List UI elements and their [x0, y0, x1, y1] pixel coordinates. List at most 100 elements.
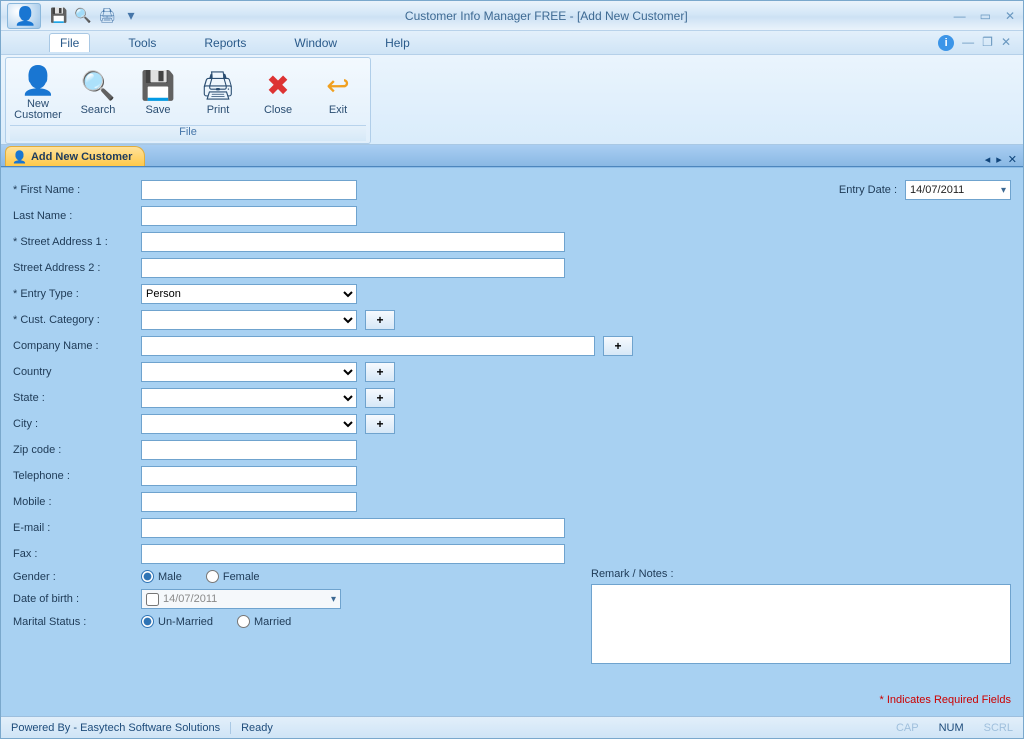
- menu-reports[interactable]: Reports: [194, 34, 256, 52]
- street2-input[interactable]: [141, 258, 565, 278]
- entry-type-label: * Entry Type :: [11, 288, 141, 300]
- help-icon[interactable]: i: [938, 35, 954, 51]
- tab-add-new-customer[interactable]: 👤 Add New Customer: [5, 146, 145, 166]
- country-label: Country: [11, 366, 141, 378]
- entry-type-select[interactable]: Person: [141, 284, 357, 304]
- add-company-button[interactable]: +: [603, 336, 633, 356]
- marital-married-label: Married: [254, 616, 291, 628]
- ribbon-group-label: File: [10, 125, 366, 141]
- ribbon-group-file: 👤 New Customer 🔍 Search 💾 Save 🖨 Print ✖…: [5, 57, 371, 144]
- close-button[interactable]: ✖ Close: [250, 60, 306, 125]
- gender-female-label: Female: [223, 571, 260, 583]
- city-label: City :: [11, 418, 141, 430]
- magnifier-icon: 🔍: [82, 70, 114, 102]
- dob-label: Date of birth :: [11, 593, 141, 605]
- cust-category-select[interactable]: [141, 310, 357, 330]
- last-name-input[interactable]: [141, 206, 357, 226]
- street2-label: Street Address 2 :: [11, 262, 141, 274]
- printer-icon: 🖨: [202, 70, 234, 102]
- new-customer-label: New Customer: [11, 99, 65, 121]
- entry-date-value: 14/07/2011: [910, 184, 964, 196]
- gender-male-radio[interactable]: [141, 570, 154, 583]
- entry-date-picker[interactable]: 14/07/2011: [905, 180, 1011, 200]
- save-button[interactable]: 💾 Save: [130, 60, 186, 125]
- close-label: Close: [264, 104, 292, 116]
- city-select[interactable]: [141, 414, 357, 434]
- tab-strip: 👤 Add New Customer ◂ ▸ ✕: [1, 145, 1023, 167]
- telephone-label: Telephone :: [11, 470, 141, 482]
- gender-label: Gender :: [11, 571, 141, 583]
- person-plus-icon: 👤: [22, 65, 54, 97]
- exit-label: Exit: [329, 104, 347, 116]
- exit-button[interactable]: ↩ Exit: [310, 60, 366, 125]
- close-icon[interactable]: ✕: [1003, 9, 1017, 23]
- marital-unmarried-option[interactable]: Un-Married: [141, 615, 213, 628]
- status-cap: CAP: [886, 722, 929, 734]
- state-select[interactable]: [141, 388, 357, 408]
- status-ready: Ready: [231, 722, 283, 734]
- menu-tools[interactable]: Tools: [118, 34, 166, 52]
- form-area: Entry Date : 14/07/2011 * First Name : L…: [1, 167, 1023, 716]
- marital-married-radio[interactable]: [237, 615, 250, 628]
- mobile-input[interactable]: [141, 492, 357, 512]
- telephone-input[interactable]: [141, 466, 357, 486]
- entry-date-block: Entry Date : 14/07/2011: [839, 180, 1011, 200]
- search-button[interactable]: 🔍 Search: [70, 60, 126, 125]
- country-select[interactable]: [141, 362, 357, 382]
- add-category-button[interactable]: +: [365, 310, 395, 330]
- status-num: NUM: [929, 722, 974, 734]
- state-label: State :: [11, 392, 141, 404]
- tab-close-icon[interactable]: ✕: [1008, 153, 1017, 166]
- remark-textarea[interactable]: [591, 584, 1011, 664]
- street1-input[interactable]: [141, 232, 565, 252]
- required-fields-note: * Indicates Required Fields: [880, 694, 1011, 706]
- minimize-icon[interactable]: —: [952, 9, 968, 23]
- new-customer-button[interactable]: 👤 New Customer: [10, 60, 66, 125]
- zip-input[interactable]: [141, 440, 357, 460]
- gender-female-option[interactable]: Female: [206, 570, 260, 583]
- menu-bar: File Tools Reports Window Help i — ❐ ✕: [1, 31, 1023, 55]
- tab-prev-icon[interactable]: ◂: [985, 153, 991, 166]
- tab-next-icon[interactable]: ▸: [996, 153, 1002, 166]
- mdi-close-icon[interactable]: ✕: [1001, 35, 1011, 51]
- print-button[interactable]: 🖨 Print: [190, 60, 246, 125]
- mdi-restore-icon[interactable]: ❐: [982, 35, 993, 51]
- maximize-icon[interactable]: ▭: [978, 9, 993, 23]
- qat-preview-icon[interactable]: 🔍: [73, 6, 93, 26]
- menu-help[interactable]: Help: [375, 34, 420, 52]
- last-name-label: Last Name :: [11, 210, 141, 222]
- tab-label: Add New Customer: [31, 151, 132, 163]
- dob-value: 14/07/2011: [163, 593, 217, 605]
- marital-unmarried-radio[interactable]: [141, 615, 154, 628]
- company-label: Company Name :: [11, 340, 141, 352]
- cust-category-label: * Cust. Category :: [11, 314, 141, 326]
- marital-label: Marital Status :: [11, 616, 141, 628]
- marital-unmarried-label: Un-Married: [158, 616, 213, 628]
- add-country-button[interactable]: +: [365, 362, 395, 382]
- add-state-button[interactable]: +: [365, 388, 395, 408]
- qat-dropdown-icon[interactable]: ▾: [121, 6, 141, 26]
- mdi-minimize-icon[interactable]: —: [962, 35, 974, 51]
- qat-print-icon[interactable]: 🖨: [97, 6, 117, 26]
- print-label: Print: [207, 104, 230, 116]
- marital-married-option[interactable]: Married: [237, 615, 291, 628]
- add-city-button[interactable]: +: [365, 414, 395, 434]
- title-bar: 💾 🔍 🖨 ▾ Customer Info Manager FREE - [Ad…: [1, 1, 1023, 31]
- gender-male-option[interactable]: Male: [141, 570, 182, 583]
- menu-window[interactable]: Window: [284, 34, 347, 52]
- fax-input[interactable]: [141, 544, 565, 564]
- email-input[interactable]: [141, 518, 565, 538]
- close-square-icon: ✖: [262, 70, 294, 102]
- gender-female-radio[interactable]: [206, 570, 219, 583]
- remark-label: Remark / Notes :: [591, 568, 1011, 580]
- first-name-input[interactable]: [141, 180, 357, 200]
- zip-label: Zip code :: [11, 444, 141, 456]
- person-plus-small-icon: 👤: [12, 150, 27, 164]
- dob-picker[interactable]: 14/07/2011: [141, 589, 341, 609]
- company-input[interactable]: [141, 336, 595, 356]
- menu-file[interactable]: File: [49, 33, 90, 52]
- mobile-label: Mobile :: [11, 496, 141, 508]
- dob-enable-checkbox[interactable]: [146, 593, 159, 606]
- qat-save-icon[interactable]: 💾: [49, 6, 69, 26]
- app-icon: [7, 3, 41, 29]
